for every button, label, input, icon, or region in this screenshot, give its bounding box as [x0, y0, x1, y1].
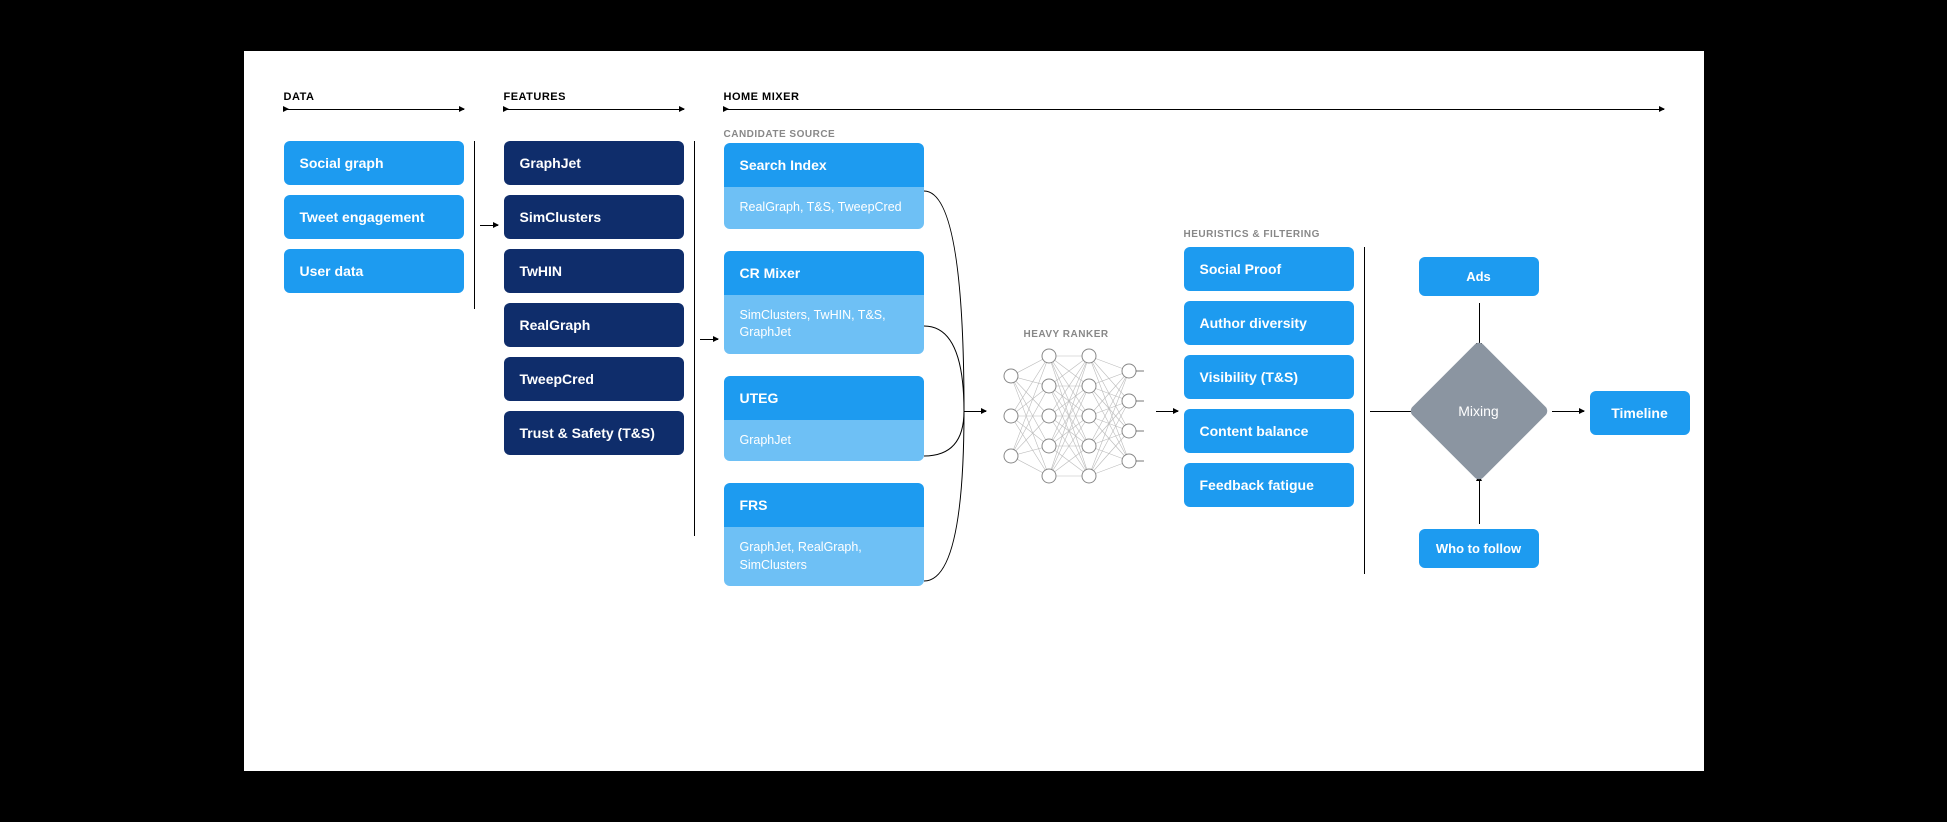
candidate-sub: GraphJet — [724, 420, 924, 462]
heuristics-label: HEURISTICS & FILTERING — [1184, 229, 1320, 240]
candidate-frs: FRS GraphJet, RealGraph, SimClusters — [724, 483, 924, 586]
candidate-title: CR Mixer — [724, 251, 924, 295]
candidate-search-index: Search Index RealGraph, T&S, TweepCred — [724, 143, 924, 229]
heuristic-visibility: Visibility (T&S) — [1184, 355, 1354, 399]
section-data-arrow — [284, 109, 464, 110]
heuristic-content-balance: Content balance — [1184, 409, 1354, 453]
feature-graphjet: GraphJet — [504, 141, 684, 185]
mixing-diamond — [1408, 340, 1549, 481]
section-features-label: FEATURES — [504, 91, 566, 103]
heavy-ranker-network-icon — [999, 346, 1149, 486]
section-features-arrow — [504, 109, 684, 110]
features-column: GraphJet SimClusters TwHIN RealGraph Twe… — [504, 141, 684, 455]
section-data-label: DATA — [284, 91, 315, 103]
arrow-wtf-to-mixing — [1479, 476, 1480, 524]
candidate-sub: SimClusters, TwHIN, T&S, GraphJet — [724, 295, 924, 354]
input-ads: Ads — [1419, 257, 1539, 296]
feature-twhin: TwHIN — [504, 249, 684, 293]
candidate-sub: RealGraph, T&S, TweepCred — [724, 187, 924, 229]
data-box-user-data: User data — [284, 249, 464, 293]
heuristics-column-divider — [1364, 247, 1365, 574]
arrow-candidates-to-ranker — [964, 411, 986, 412]
arrow-ranker-to-heuristics — [1156, 411, 1178, 412]
candidate-title: FRS — [724, 483, 924, 527]
data-column-divider — [474, 141, 475, 309]
feature-realgraph: RealGraph — [504, 303, 684, 347]
data-column: Social graph Tweet engagement User data — [284, 141, 464, 293]
section-homemixer-label: HOME MIXER — [724, 91, 800, 103]
candidate-cr-mixer: CR Mixer SimClusters, TwHIN, T&S, GraphJ… — [724, 251, 924, 354]
arrow-data-to-features — [480, 225, 498, 226]
arrow-ads-to-mixing — [1479, 303, 1480, 348]
candidate-sub: GraphJet, RealGraph, SimClusters — [724, 527, 924, 586]
feature-simclusters: SimClusters — [504, 195, 684, 239]
heuristics-column: Social Proof Author diversity Visibility… — [1184, 247, 1354, 507]
candidate-source-label: CANDIDATE SOURCE — [724, 129, 836, 140]
section-homemixer-arrow — [724, 109, 1664, 110]
candidate-title: UTEG — [724, 376, 924, 420]
candidate-source-column: Search Index RealGraph, T&S, TweepCred C… — [724, 143, 924, 586]
heuristic-feedback-fatigue: Feedback fatigue — [1184, 463, 1354, 507]
candidate-title: Search Index — [724, 143, 924, 187]
features-column-divider — [694, 141, 695, 536]
arrow-features-to-candidates — [700, 339, 718, 340]
heavy-ranker-label: HEAVY RANKER — [1024, 329, 1109, 340]
feature-tweepcred: TweepCred — [504, 357, 684, 401]
diagram-canvas: DATA FEATURES HOME MIXER Social graph Tw… — [244, 51, 1704, 771]
candidate-uteg: UTEG GraphJet — [724, 376, 924, 462]
input-wtf: Who to follow — [1419, 529, 1539, 568]
arrow-mixing-to-timeline — [1552, 411, 1584, 412]
heuristic-social-proof: Social Proof — [1184, 247, 1354, 291]
heuristic-author-diversity: Author diversity — [1184, 301, 1354, 345]
feature-tns: Trust & Safety (T&S) — [504, 411, 684, 455]
data-box-tweet-engagement: Tweet engagement — [284, 195, 464, 239]
output-timeline: Timeline — [1590, 391, 1690, 435]
data-box-social-graph: Social graph — [284, 141, 464, 185]
